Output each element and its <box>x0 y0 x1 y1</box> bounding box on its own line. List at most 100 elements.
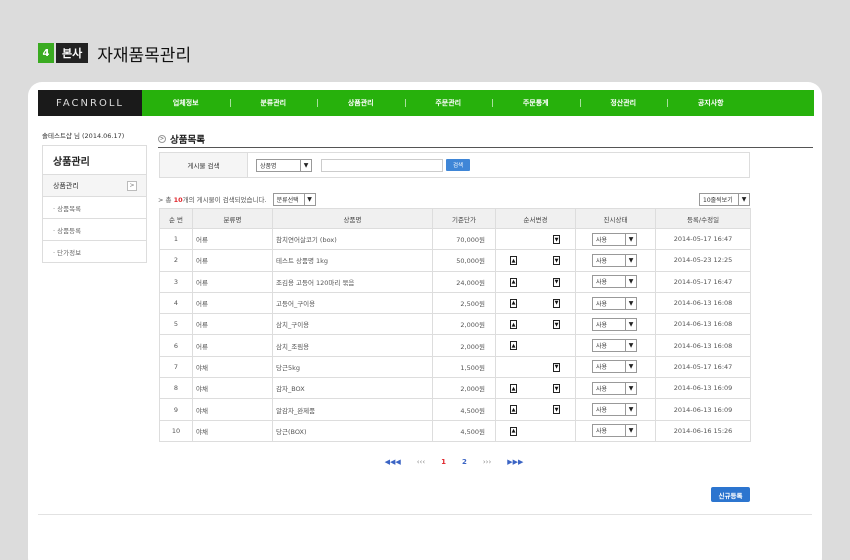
lnb-section-product[interactable]: 상품관리 > <box>42 175 147 197</box>
move-up-icon[interactable]: ▲ <box>510 298 517 308</box>
cell-date: 2014-06-13 16:09 <box>655 398 751 421</box>
category-filter-select[interactable]: 분류선택 ▼ <box>272 192 316 206</box>
gnb-item-1[interactable]: 업체정보 <box>142 90 230 116</box>
status-select[interactable]: 사용 ▼ <box>592 424 637 438</box>
cell-name[interactable]: 삼치_구이용 <box>272 313 433 336</box>
cell-category: 어류 <box>192 291 273 315</box>
status-select[interactable]: 사용 ▼ <box>592 317 637 331</box>
status-select[interactable]: 사용 ▼ <box>592 381 637 395</box>
table-row: 1 어류 참치연어살코기 (box) 70,000원 ▼ 사용 ▼ 2014-05-17 16… <box>159 227 751 251</box>
page-prev-button[interactable]: ‹‹‹ <box>417 458 425 466</box>
page-number-2[interactable]: 2 <box>462 458 467 466</box>
gnb-item-5[interactable]: 주문통계 <box>492 90 580 116</box>
cell-name[interactable]: 고등어_구이용 <box>272 291 433 315</box>
cell-no: 8 <box>159 377 193 400</box>
chevron-right-icon[interactable]: > <box>127 180 137 191</box>
page-first-button[interactable]: ◀◀◀ <box>385 458 401 466</box>
status-value: 사용 <box>596 364 608 372</box>
cell-date: 2014-06-16 15:26 <box>655 419 751 442</box>
cell-name[interactable]: 참치연어살코기 (box) <box>272 227 433 251</box>
status-select[interactable]: 사용 ▼ <box>592 232 637 246</box>
move-down-icon[interactable]: ▼ <box>553 320 560 330</box>
move-up-icon[interactable]: ▲ <box>510 426 517 436</box>
cell-price: 2,500원 <box>432 291 496 315</box>
search-input[interactable] <box>321 158 443 172</box>
move-up-icon[interactable]: ▲ <box>510 320 517 330</box>
page-last-button[interactable]: ▶▶▶ <box>507 458 523 466</box>
result-count-number: 10 <box>173 196 183 204</box>
cell-date: 2014-05-17 16:47 <box>655 270 751 293</box>
table-body: 1 어류 참치연어살코기 (box) 70,000원 ▼ 사용 ▼ 2014-05-17 16… <box>159 227 751 442</box>
logo[interactable]: FACNROLL <box>38 90 142 116</box>
gnb-item-3[interactable]: 상품관리 <box>317 90 405 116</box>
chevron-down-icon: ▼ <box>625 233 636 245</box>
cell-name[interactable]: 조김용 고등어 120마리 묶음 <box>272 270 433 293</box>
cell-name[interactable]: 당근5kg <box>272 355 433 379</box>
cell-name[interactable]: 당근(BOX) <box>272 419 433 442</box>
product-table: 순 번 분류명 상품명 기준단가 순서변경 진시상태 등록/수정일 1 어류 참치연… <box>159 208 751 442</box>
chevron-down-icon: ▼ <box>625 340 636 352</box>
search-box: 게시물 검색 상품명 ▼ 검색 <box>159 152 750 178</box>
search-button[interactable]: 검색 <box>446 159 470 171</box>
cell-category: 야채 <box>192 419 273 442</box>
gnb-item-7[interactable]: 공지사항 <box>667 90 755 116</box>
move-up-icon[interactable]: ▲ <box>510 277 517 287</box>
status-select[interactable]: 사용 ▼ <box>592 403 637 417</box>
table-row: 2 어류 테스트 상품명 1kg 50,000원 ▲ ▼ 사용 ▼ 2014-05-23 12:… <box>159 249 751 272</box>
cell-name[interactable]: 삼치_조림용 <box>272 334 433 357</box>
status-value: 사용 <box>596 385 608 393</box>
lnb-item-product-register[interactable]: · 상품등록 <box>42 219 147 241</box>
cell-date: 2014-06-13 16:08 <box>655 291 751 315</box>
move-down-icon[interactable]: ▼ <box>553 405 560 415</box>
chevron-down-icon: ▼ <box>625 254 636 266</box>
status-select[interactable]: 사용 ▼ <box>592 296 637 310</box>
move-down-icon[interactable]: ▼ <box>553 362 560 372</box>
move-up-icon[interactable]: ▲ <box>510 405 517 415</box>
cell-price: 2,000원 <box>432 313 496 336</box>
move-down-icon[interactable]: ▼ <box>553 256 560 266</box>
page-number-1[interactable]: 1 <box>441 458 446 466</box>
status-select[interactable]: 사용 ▼ <box>592 253 637 267</box>
lnb-item-product-list[interactable]: · 상품목록 <box>42 197 147 219</box>
status-select[interactable]: 사용 ▼ <box>592 360 637 374</box>
cell-no: 2 <box>159 249 193 272</box>
search-field-select[interactable]: 상품명 ▼ <box>256 158 312 172</box>
chevron-down-icon: ▼ <box>625 404 636 416</box>
result-count-row: > 총 10개의 게시물이 검색되었습니다. 분류선택 ▼ 10줄씩보기 ▼ <box>158 192 750 206</box>
chevron-down-icon: ▼ <box>625 297 636 309</box>
gnb-item-4[interactable]: 주문관리 <box>404 90 493 116</box>
register-button[interactable]: 신규등록 <box>711 487 750 502</box>
status-value: 사용 <box>596 236 608 244</box>
cell-price: 4,500원 <box>432 419 496 442</box>
cell-name[interactable]: 감자_BOX <box>272 377 433 400</box>
status-select[interactable]: 사용 ▼ <box>592 339 637 353</box>
gnb-item-6[interactable]: 정산관리 <box>579 90 668 116</box>
chevron-right-circle-icon: > <box>158 135 166 143</box>
move-up-icon[interactable]: ▲ <box>510 384 517 394</box>
cell-status: 사용 ▼ <box>575 419 656 442</box>
move-down-icon[interactable]: ▼ <box>553 235 560 244</box>
gnb-item-2[interactable]: 분류관리 <box>229 90 318 116</box>
pagination: ◀◀◀ ‹‹‹ 1 2 ››› ▶▶▶ <box>158 458 750 466</box>
col-header-no: 순 번 <box>159 208 193 229</box>
cell-no: 10 <box>159 419 193 442</box>
lnb-item-price-info[interactable]: · 단가정보 <box>42 241 147 263</box>
cell-date: 2014-05-17 16:47 <box>655 227 751 251</box>
cell-price: 1,500원 <box>432 355 496 379</box>
cell-name[interactable]: 테스트 상품명 1kg <box>272 249 433 272</box>
move-up-icon[interactable]: ▲ <box>510 341 517 351</box>
cell-category: 어류 <box>192 313 273 336</box>
page-size-select[interactable]: 10줄씩보기 ▼ <box>699 192 750 206</box>
cell-no: 9 <box>159 398 193 421</box>
move-down-icon[interactable]: ▼ <box>553 298 560 308</box>
page-next-button[interactable]: ››› <box>483 458 491 466</box>
table-row: 4 어류 고등어_구이용 2,500원 ▲ ▼ 사용 ▼ 2014-06-13 16:08 <box>159 291 751 315</box>
section-title: > 상품목록 <box>158 132 813 146</box>
move-up-icon[interactable]: ▲ <box>510 256 517 266</box>
move-down-icon[interactable]: ▼ <box>553 277 560 287</box>
move-down-icon[interactable]: ▼ <box>553 384 560 394</box>
cell-price: 70,000원 <box>432 227 496 251</box>
cell-no: 6 <box>159 334 193 357</box>
status-select[interactable]: 사용 ▼ <box>592 275 637 289</box>
cell-name[interactable]: 알감자_완제품 <box>272 398 433 421</box>
